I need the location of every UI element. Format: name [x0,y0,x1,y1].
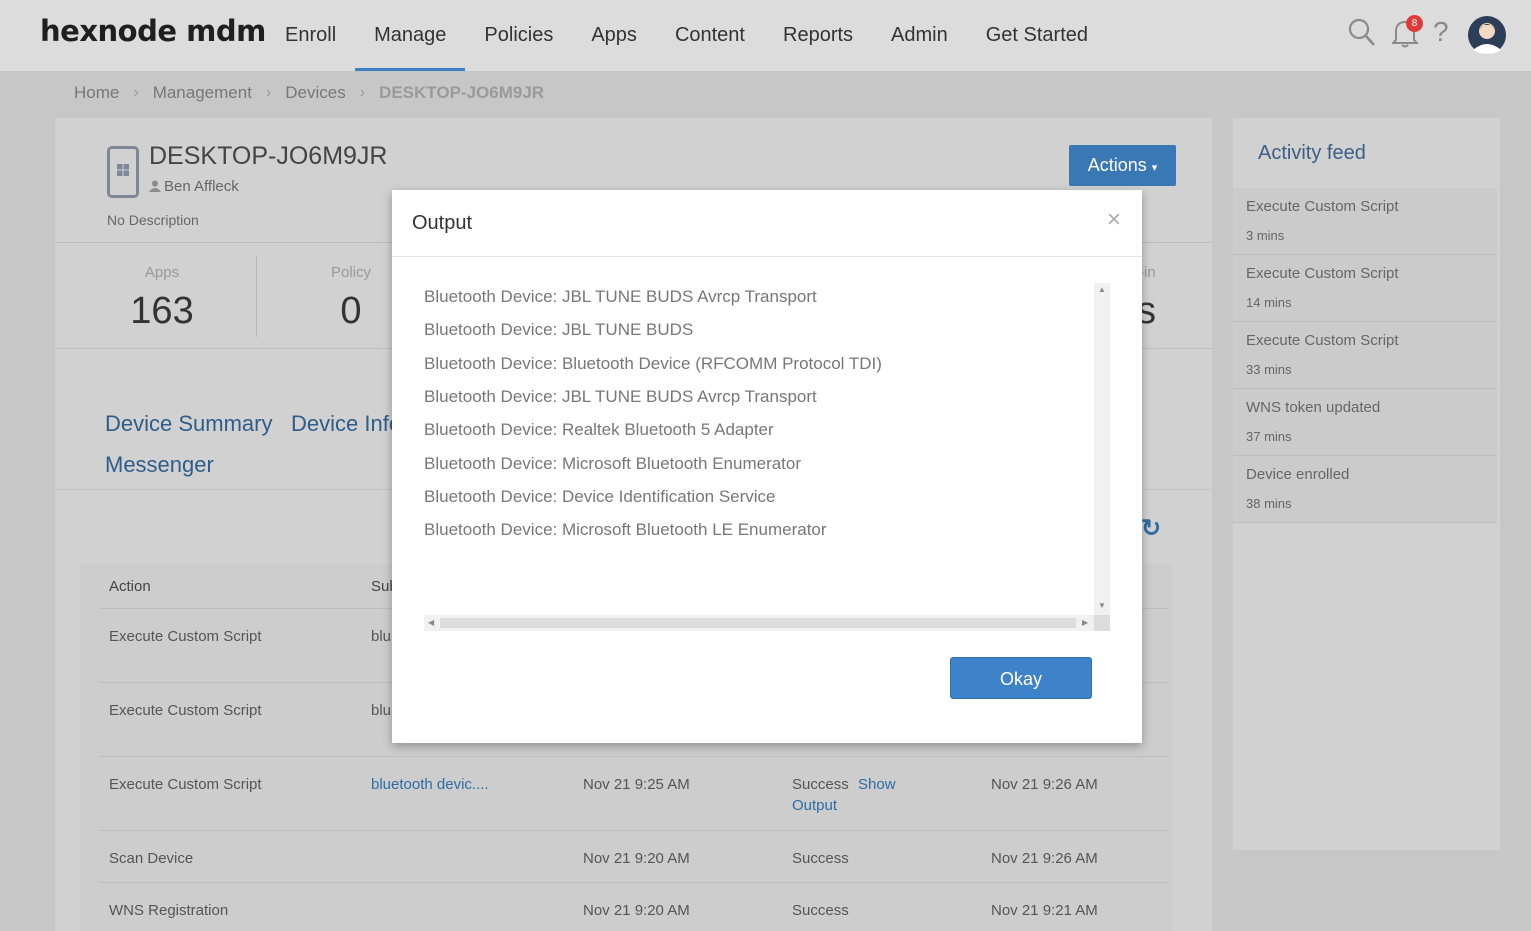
output-line: Bluetooth Device: Microsoft Bluetooth En… [424,454,802,473]
scroll-down-icon[interactable]: ▼ [1098,601,1106,610]
output-text-area[interactable]: Bluetooth Device: JBL TUNE BUDS Avrcp Tr… [424,283,1111,631]
main-nav: Enroll Manage Policies Apps Content Repo… [266,0,1107,71]
modal-title: Output [412,212,473,234]
top-navigation-bar: hexnode mdm Enroll Manage Policies Apps … [0,0,1531,72]
output-line: Bluetooth Device: JBL TUNE BUDS Avrcp Tr… [424,287,817,306]
nav-item-manage[interactable]: Manage [355,0,466,71]
output-line: Bluetooth Device: JBL TUNE BUDS [424,320,694,339]
scrollbar-corner [1094,615,1110,631]
avatar[interactable] [1468,16,1506,59]
nav-item-admin[interactable]: Admin [872,0,967,71]
output-line: Bluetooth Device: Bluetooth Device (RFCO… [424,354,882,373]
output-line: Bluetooth Device: Realtek Bluetooth 5 Ad… [424,420,774,439]
output-modal: Output × Bluetooth Device: JBL TUNE BUDS… [392,190,1142,743]
output-line: Bluetooth Device: Microsoft Bluetooth LE… [424,520,827,539]
scroll-up-icon[interactable]: ▲ [1098,285,1106,294]
bell-icon[interactable]: 8 [1390,15,1423,53]
divider [392,256,1142,257]
logo[interactable]: hexnode mdm [40,14,266,48]
scrollbar-thumb[interactable] [440,618,1076,628]
scroll-right-icon[interactable]: ▶ [1082,618,1088,627]
okay-button[interactable]: Okay [950,657,1092,699]
vertical-scrollbar[interactable]: ▲ ▼ [1094,283,1110,615]
nav-item-enroll[interactable]: Enroll [266,0,355,71]
notification-badge: 8 [1406,15,1423,32]
nav-item-get-started[interactable]: Get Started [967,0,1107,71]
output-line: Bluetooth Device: Device Identification … [424,487,776,506]
nav-item-content[interactable]: Content [656,0,764,71]
scroll-left-icon[interactable]: ◀ [428,618,434,627]
output-line: Bluetooth Device: JBL TUNE BUDS Avrcp Tr… [424,387,817,406]
nav-item-apps[interactable]: Apps [572,0,656,71]
close-icon[interactable]: × [1107,206,1121,234]
help-icon[interactable]: ? [1433,16,1449,48]
horizontal-scrollbar[interactable]: ◀ ▶ [424,615,1094,631]
nav-item-reports[interactable]: Reports [764,0,872,71]
nav-item-policies[interactable]: Policies [465,0,572,71]
search-icon[interactable] [1348,18,1376,53]
